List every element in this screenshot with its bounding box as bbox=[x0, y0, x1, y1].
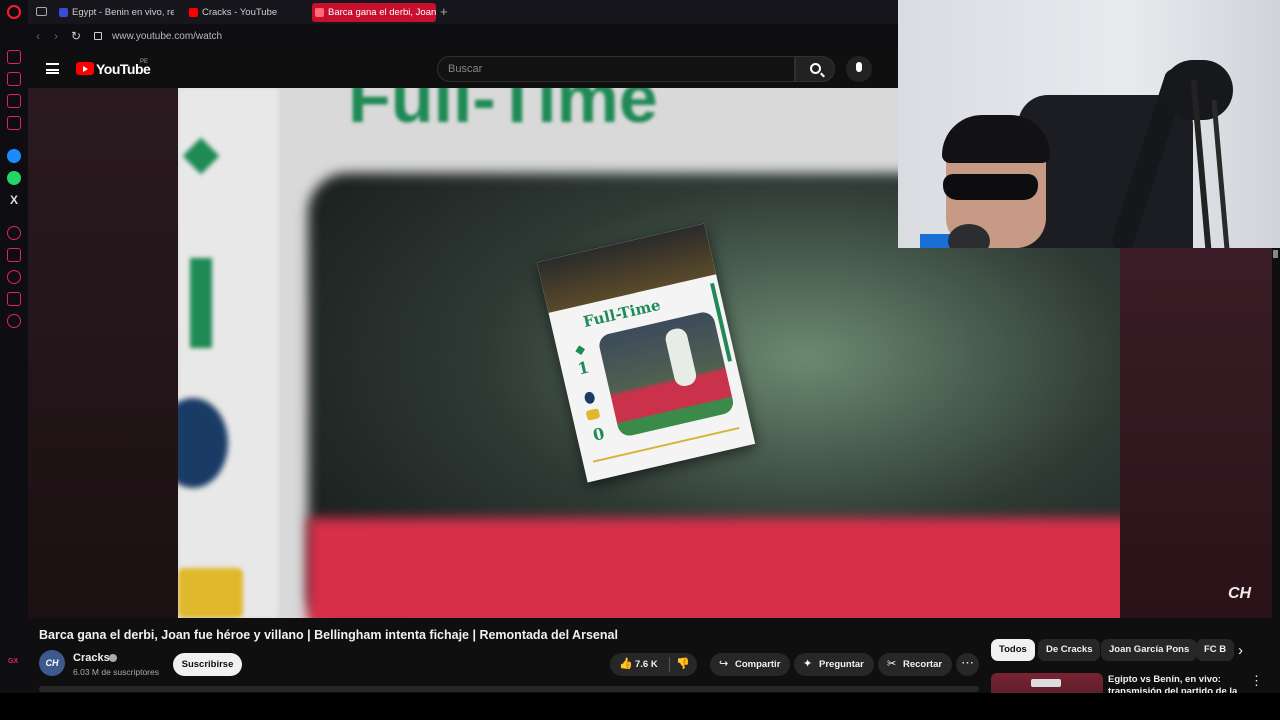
dislike-button[interactable]: 👎 bbox=[676, 659, 690, 670]
tab-barca-video[interactable]: Barca gana el derbi, Joan bbox=[312, 3, 436, 22]
tab-label: Barca gana el derbi, Joan bbox=[328, 7, 436, 18]
blurred-ad-board bbox=[308, 518, 1120, 618]
verified-icon bbox=[109, 654, 117, 662]
tab-label: Cracks - YouTube bbox=[202, 7, 278, 18]
channel-avatar[interactable]: CH bbox=[39, 650, 65, 676]
region-code: PE bbox=[140, 59, 149, 65]
card-player-photo bbox=[597, 310, 736, 438]
tab-cracks-youtube[interactable]: Cracks - YouTube bbox=[186, 3, 304, 22]
youtube-favicon-icon bbox=[315, 8, 324, 17]
ambient-right bbox=[1120, 248, 1280, 618]
ambient-left bbox=[28, 88, 178, 618]
chevron-right-icon[interactable]: › bbox=[1238, 642, 1243, 659]
taskbar-strip bbox=[0, 693, 1280, 720]
overlay-title: Full-Time bbox=[348, 88, 658, 137]
yellow-crest bbox=[178, 568, 243, 618]
player-figure bbox=[663, 326, 699, 389]
sidebar-app-icon[interactable] bbox=[7, 72, 21, 86]
reload-icon[interactable]: ↻ bbox=[71, 29, 81, 43]
clip-button[interactable]: ✂ Recortar bbox=[878, 653, 953, 676]
more-actions-button[interactable]: ⋯ bbox=[956, 653, 979, 676]
tab-bar: Egypt - Benin en vivo, resu Cracks - You… bbox=[28, 0, 898, 24]
extensions-icon[interactable] bbox=[7, 292, 21, 306]
settings-icon[interactable] bbox=[7, 314, 21, 328]
youtube-favicon-icon bbox=[189, 8, 198, 17]
menu-icon[interactable] bbox=[46, 63, 59, 74]
youtube-logo-icon[interactable] bbox=[76, 62, 94, 75]
share-icon: ↪ bbox=[719, 658, 729, 670]
search-button[interactable] bbox=[795, 56, 835, 82]
whatsapp-icon[interactable] bbox=[7, 171, 21, 185]
url-field[interactable]: www.youtube.com/watch bbox=[112, 31, 222, 42]
recommended-more-icon[interactable]: ⋮ bbox=[1250, 673, 1263, 689]
tab-label: Egypt - Benin en vivo, resu bbox=[72, 7, 174, 18]
like-button[interactable]: 👍 7.6 K 👎 bbox=[610, 653, 697, 676]
history-icon[interactable] bbox=[7, 270, 21, 284]
chip-joan-garcia[interactable]: Joan García Pons bbox=[1101, 639, 1198, 661]
thumbnail-overlay bbox=[1031, 679, 1061, 687]
x-icon[interactable]: X bbox=[7, 193, 21, 207]
tab-overview-icon[interactable] bbox=[36, 7, 47, 16]
chip-fc-barcelona[interactable]: FC B bbox=[1196, 639, 1235, 661]
chip-from-cracks[interactable]: De Cracks bbox=[1038, 639, 1101, 661]
left-panel bbox=[178, 88, 278, 618]
messenger-icon[interactable] bbox=[7, 149, 21, 163]
related-chips: Todos De Cracks Joan García Pons FC B bbox=[991, 639, 1253, 661]
forward-icon[interactable]: › bbox=[54, 29, 58, 43]
sparkle-icon: ✦ bbox=[803, 658, 813, 670]
sidebar-app-icon[interactable] bbox=[7, 116, 21, 130]
share-button[interactable]: ↪ Compartir bbox=[710, 653, 791, 676]
subscribe-button[interactable]: Suscribirse bbox=[173, 653, 242, 676]
divider bbox=[669, 657, 670, 672]
home-crest-icon bbox=[583, 390, 596, 405]
opera-logo-icon[interactable] bbox=[7, 5, 21, 19]
voice-search-button[interactable] bbox=[846, 56, 872, 82]
chip-all[interactable]: Todos bbox=[991, 639, 1035, 661]
thumbs-up-icon: 👍 bbox=[619, 658, 633, 670]
green-bar bbox=[190, 258, 212, 348]
ask-button[interactable]: ✦ Preguntar bbox=[794, 653, 874, 676]
streamer-hair bbox=[942, 115, 1050, 163]
score-home: 1 bbox=[575, 357, 591, 379]
search-icon bbox=[810, 63, 821, 74]
sunglasses bbox=[943, 174, 1038, 200]
new-tab-button[interactable]: + bbox=[440, 3, 448, 21]
search-input[interactable]: Buscar bbox=[437, 56, 795, 82]
mic-pole bbox=[1211, 100, 1230, 248]
channel-watermark: CH bbox=[1228, 585, 1252, 602]
address-bar: ‹ › ↻ www.youtube.com/watch bbox=[28, 24, 898, 50]
lock-icon bbox=[94, 32, 102, 40]
share-label: Compartir bbox=[735, 659, 781, 670]
webcam-overlay bbox=[898, 0, 1280, 248]
scissors-icon: ✂ bbox=[887, 658, 897, 670]
subscriber-count: 6.03 M de suscriptores bbox=[73, 667, 159, 677]
ask-label: Preguntar bbox=[819, 659, 864, 670]
like-count: 7.6 K bbox=[635, 659, 658, 670]
streamer-shirt bbox=[920, 234, 950, 248]
card-gem bbox=[575, 345, 586, 356]
video-title: Barca gana el derbi, Joan fue héroe y vi… bbox=[39, 628, 618, 642]
clip-label: Recortar bbox=[903, 659, 943, 670]
description-box[interactable] bbox=[39, 686, 979, 692]
screen: X GX Egypt - Benin en vivo, resu Cracks … bbox=[0, 0, 1280, 720]
player-icon[interactable] bbox=[7, 226, 21, 240]
wallet-icon[interactable] bbox=[7, 248, 21, 262]
away-crest-icon bbox=[585, 408, 601, 421]
back-icon[interactable]: ‹ bbox=[36, 29, 40, 43]
gx-label: GX bbox=[8, 658, 19, 665]
tab-egypt-benin[interactable]: Egypt - Benin en vivo, resu bbox=[56, 3, 174, 22]
score-away: 0 bbox=[591, 423, 607, 445]
scrollbar-thumb[interactable] bbox=[1273, 250, 1278, 258]
browser-sidebar: X bbox=[0, 0, 28, 720]
site-favicon-icon bbox=[59, 8, 68, 17]
channel-name[interactable]: Cracks bbox=[73, 652, 110, 664]
youtube-header: YouTube PE Buscar bbox=[28, 50, 898, 88]
twitch-icon[interactable] bbox=[7, 94, 21, 108]
sidebar-app-icon[interactable] bbox=[7, 50, 21, 64]
